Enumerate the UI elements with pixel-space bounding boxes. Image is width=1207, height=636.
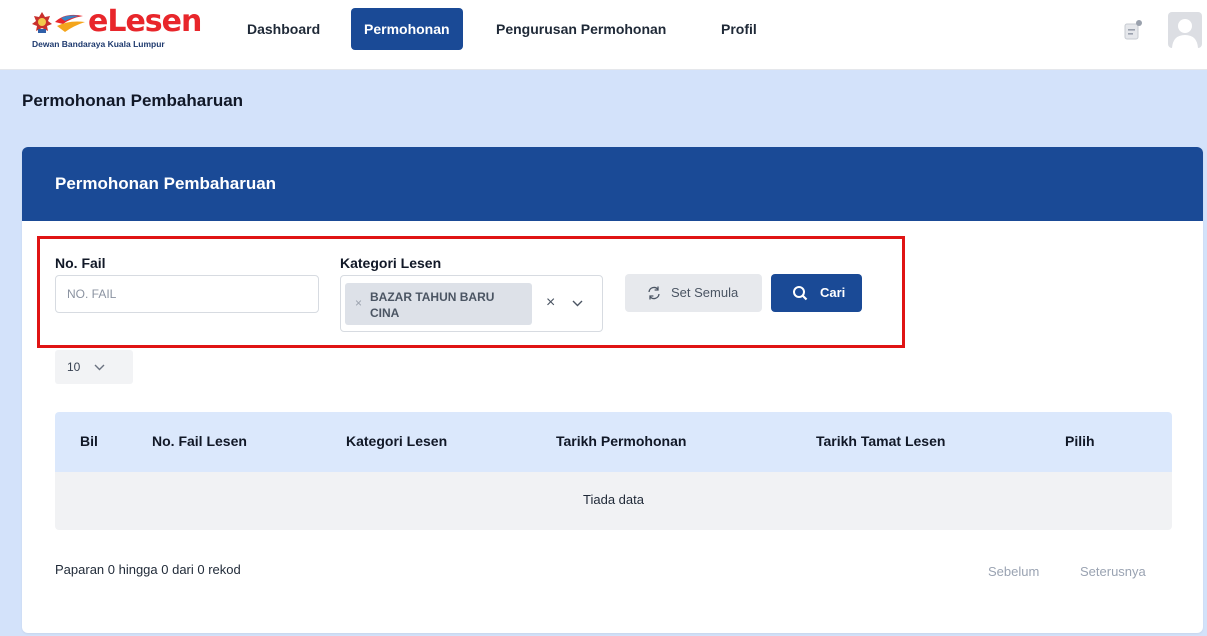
nav-permohonan[interactable]: Permohonan	[351, 8, 463, 50]
chevron-down-icon[interactable]	[571, 296, 584, 310]
selected-kategori-label: BAZAR TAHUN BARU CINA	[370, 290, 495, 320]
table-header: Bil No. Fail Lesen Kategori Lesen Tarikh…	[55, 412, 1172, 472]
card-title: Permohonan Pembaharuan	[55, 174, 277, 193]
brand-swoosh-icon	[55, 14, 85, 32]
page-size-value: 10	[67, 360, 81, 374]
selected-kategori-chip: × BAZAR TAHUN BARU CINA	[345, 283, 532, 325]
chip-remove-icon[interactable]: ×	[355, 297, 362, 309]
card-header: Permohonan Pembaharuan	[22, 147, 1203, 221]
user-avatar[interactable]	[1168, 12, 1202, 48]
nav-profil[interactable]: Profil	[708, 8, 770, 50]
page-title: Permohonan Pembaharuan	[22, 91, 244, 110]
column-header-no-fail-lesen[interactable]: No. Fail Lesen	[152, 433, 247, 449]
nav-pengurusan-permohonan[interactable]: Pengurusan Permohonan	[483, 8, 679, 50]
kategori-lesen-select[interactable]: × BAZAR TAHUN BARU CINA ×	[340, 275, 603, 332]
renewal-card: Permohonan Pembaharuan	[22, 147, 1203, 633]
clear-selection-icon[interactable]: ×	[546, 294, 555, 312]
kategori-lesen-label: Kategori Lesen	[340, 255, 442, 271]
brand-subtitle: Dewan Bandaraya Kuala Lumpur	[32, 39, 165, 49]
page-size-select[interactable]: 10	[55, 350, 133, 384]
column-header-tarikh-tamat-lesen[interactable]: Tarikh Tamat Lesen	[816, 433, 945, 449]
column-header-tarikh-permohonan[interactable]: Tarikh Permohonan	[556, 433, 686, 449]
user-avatar-icon	[1172, 19, 1198, 48]
next-page-button[interactable]: Seterusnya	[1080, 564, 1146, 579]
chevron-down-icon	[94, 364, 105, 371]
column-header-bil[interactable]: Bil	[80, 433, 98, 449]
no-fail-label: No. Fail	[55, 255, 106, 271]
column-header-kategori-lesen[interactable]: Kategori Lesen	[346, 433, 447, 449]
notification-icon[interactable]	[1123, 19, 1143, 41]
column-header-pilih[interactable]: Pilih	[1065, 433, 1095, 449]
search-button-label: Cari	[820, 285, 846, 300]
renewal-table: Bil No. Fail Lesen Kategori Lesen Tarikh…	[55, 412, 1172, 530]
dbkl-emblem-icon	[32, 12, 52, 33]
search-button[interactable]: Cari	[771, 274, 862, 312]
table-body: Tiada data	[55, 472, 1172, 530]
previous-page-button[interactable]: Sebelum	[988, 564, 1039, 579]
brand-name: eLesen	[88, 4, 202, 39]
nav-dashboard[interactable]: Dashboard	[234, 8, 333, 50]
top-navbar: eLesen Dewan Bandaraya Kuala Lumpur Dash…	[0, 0, 1207, 70]
no-fail-input[interactable]	[55, 275, 319, 313]
reset-button-label: Set Semula	[671, 285, 739, 300]
empty-table-message: Tiada data	[583, 492, 644, 507]
brand-logo[interactable]: eLesen Dewan Bandaraya Kuala Lumpur	[31, 4, 211, 57]
pagination-info: Paparan 0 hingga 0 dari 0 rekod	[55, 562, 241, 577]
search-icon	[793, 286, 808, 301]
refresh-icon	[648, 286, 660, 300]
reset-button[interactable]: Set Semula	[625, 274, 762, 312]
